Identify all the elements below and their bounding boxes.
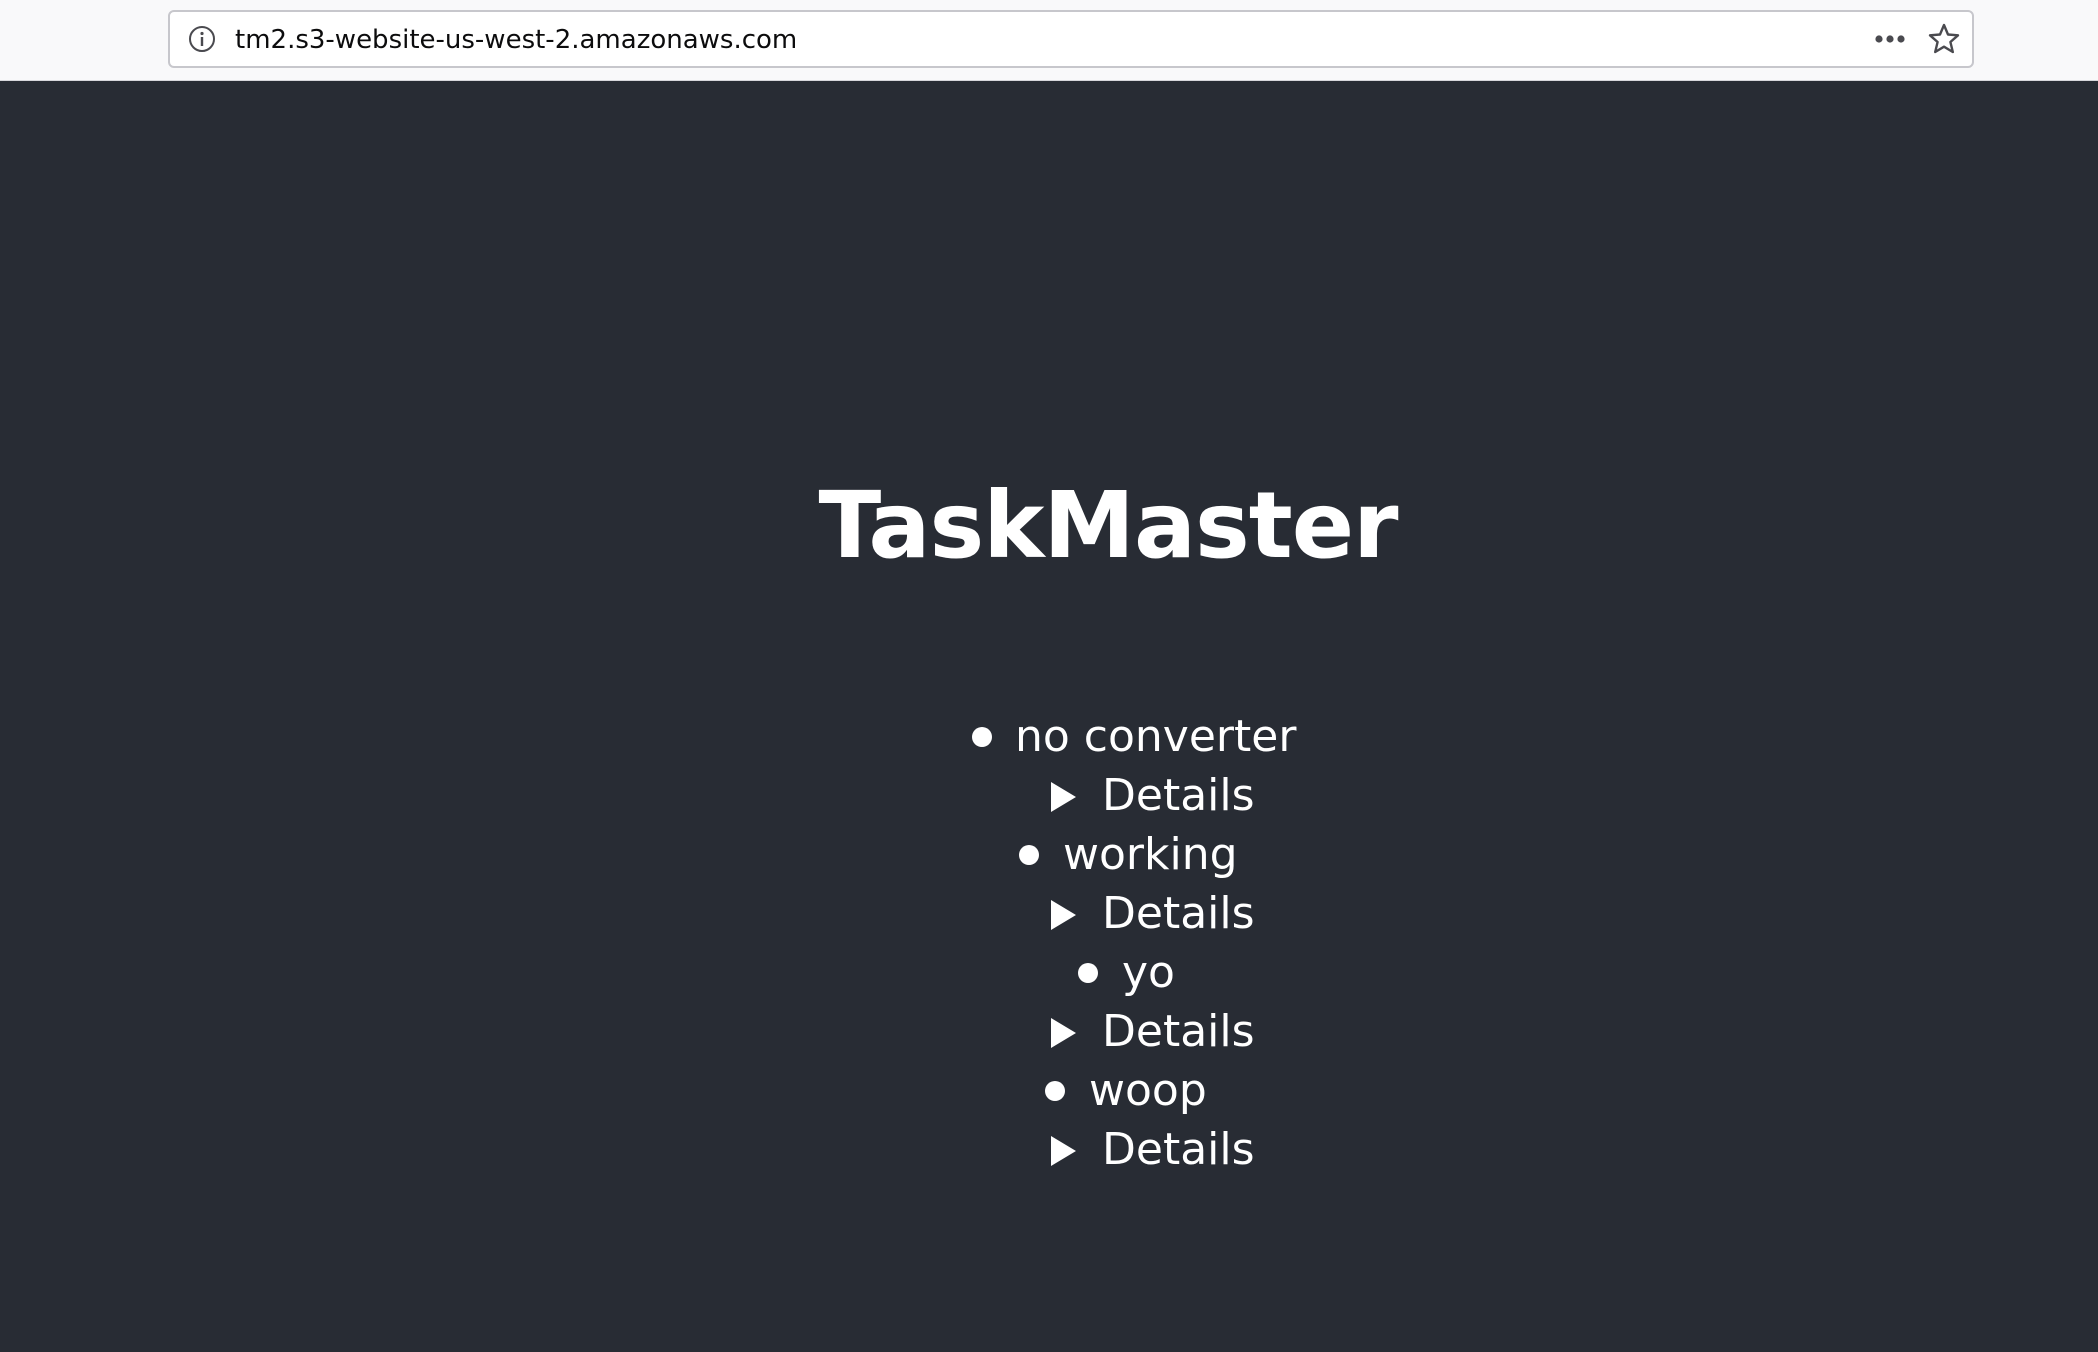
bullet-icon	[1045, 1081, 1065, 1101]
bullet-icon	[1019, 845, 1039, 865]
details-label[interactable]: Details	[1102, 885, 1255, 943]
task-name: no converter	[1015, 711, 1297, 762]
bullet-icon	[1078, 963, 1098, 983]
page-content: TaskMaster no converter Details working …	[0, 81, 2098, 1352]
bookmark-star-icon[interactable]	[1927, 22, 1961, 56]
list-item: no converter	[0, 708, 2098, 766]
disclosure-triangle-icon[interactable]	[1051, 900, 1076, 930]
details-summary[interactable]: Details	[0, 885, 2098, 943]
bullet-icon	[972, 727, 992, 747]
details-summary[interactable]: Details	[0, 1121, 2098, 1179]
details-label[interactable]: Details	[1102, 1121, 1255, 1179]
list-item: working	[0, 826, 2098, 884]
list-item: yo	[0, 944, 2098, 1002]
url-text[interactable]: tm2.s3-website-us-west-2.amazonaws.com	[235, 24, 797, 56]
task-name: woop	[1089, 1065, 1207, 1116]
disclosure-triangle-icon[interactable]	[1051, 1136, 1076, 1166]
info-icon[interactable]	[188, 25, 216, 53]
details-label[interactable]: Details	[1102, 767, 1255, 825]
page-title: TaskMaster	[818, 472, 1398, 579]
details-summary[interactable]: Details	[0, 1003, 2098, 1061]
task-name: working	[1063, 829, 1238, 880]
task-name: yo	[1122, 947, 1175, 998]
details-label[interactable]: Details	[1102, 1003, 1255, 1061]
address-bar[interactable]: tm2.s3-website-us-west-2.amazonaws.com	[168, 10, 1974, 68]
browser-toolbar: tm2.s3-website-us-west-2.amazonaws.com	[0, 0, 2098, 81]
list-item: woop	[0, 1062, 2098, 1120]
disclosure-triangle-icon[interactable]	[1051, 1018, 1076, 1048]
more-options-icon[interactable]	[1873, 28, 1907, 50]
disclosure-triangle-icon[interactable]	[1051, 782, 1076, 812]
details-summary[interactable]: Details	[0, 767, 2098, 825]
